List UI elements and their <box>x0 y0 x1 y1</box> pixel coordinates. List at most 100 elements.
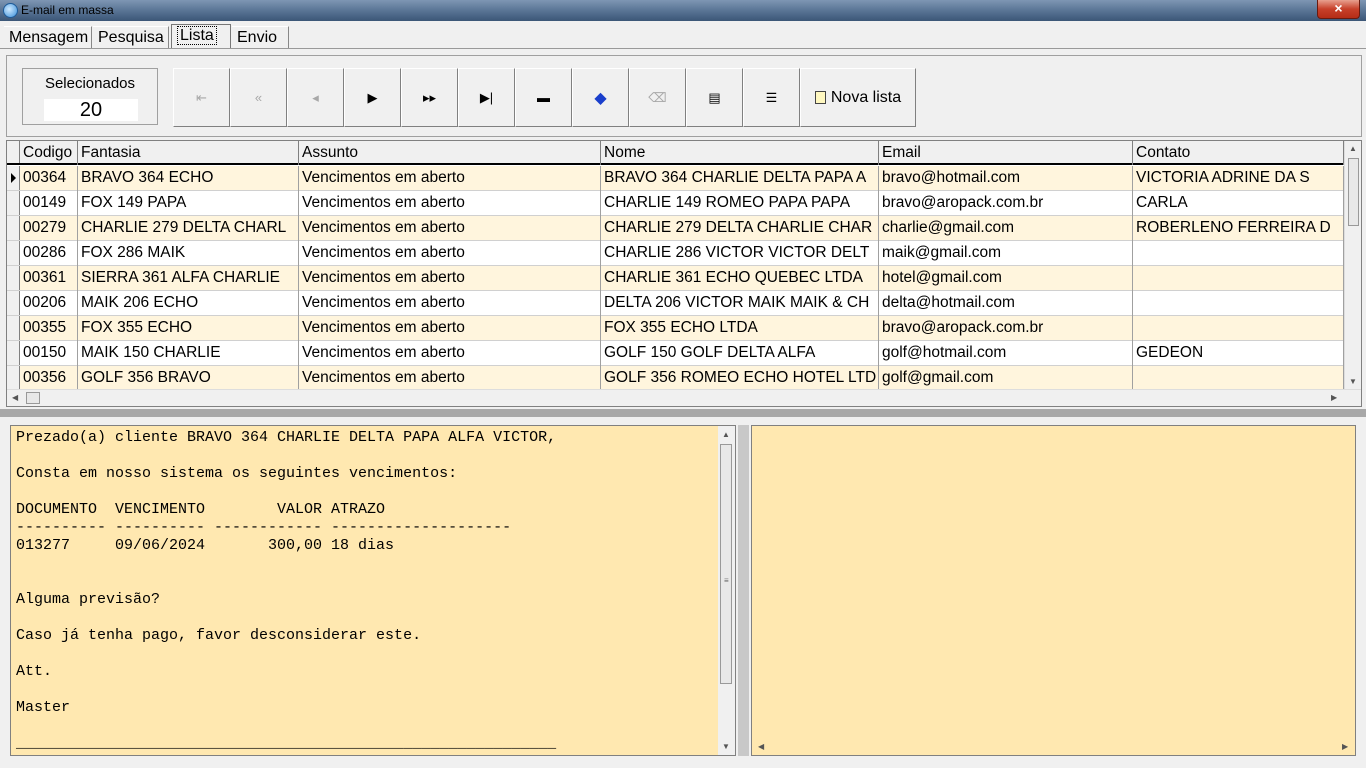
cell-nome[interactable]: GOLF 356 ROMEO ECHO HOTEL LTD <box>601 366 879 391</box>
cell-codigo[interactable]: 00279 <box>20 216 78 241</box>
cell-fantasia[interactable]: SIERRA 361 ALFA CHARLIE <box>78 266 299 291</box>
toolbar-button-prior-record[interactable]: ◂ <box>287 68 344 127</box>
close-button[interactable]: × <box>1317 0 1360 19</box>
cell-email[interactable]: maik@gmail.com <box>879 241 1133 266</box>
cell-contato[interactable] <box>1133 266 1344 291</box>
row-indicator[interactable] <box>7 341 20 365</box>
scroll-down-icon[interactable]: ▼ <box>1349 377 1357 386</box>
row-indicator[interactable] <box>7 366 20 390</box>
cell-fantasia[interactable]: FOX 355 ECHO <box>78 316 299 341</box>
cell-codigo[interactable]: 00149 <box>20 191 78 216</box>
cell-nome[interactable]: CHARLIE 361 ECHO QUEBEC LTDA <box>601 266 879 291</box>
col-email[interactable]: Email <box>879 141 1133 165</box>
cell-codigo[interactable]: 00286 <box>20 241 78 266</box>
grid-scroll-thumb[interactable] <box>1348 158 1359 226</box>
row-indicator[interactable] <box>7 316 20 340</box>
table-row[interactable]: 00150 MAIK 150 CHARLIE Vencimentos em aber… <box>7 341 1344 366</box>
toolbar-button-last-record[interactable]: ▶| <box>458 68 515 127</box>
toolbar-button-form-view[interactable]: ▤ <box>686 68 743 127</box>
cell-assunto[interactable]: Vencimentos em aberto <box>299 241 601 266</box>
attachment-hscrollbar[interactable]: ◀ ▶ <box>752 738 1355 755</box>
tab-pesquisa[interactable]: Pesquisa <box>93 26 169 48</box>
attachment-scroll-right-icon[interactable]: ▶ <box>1342 742 1348 751</box>
cell-fantasia[interactable]: GOLF 356 BRAVO <box>78 366 299 391</box>
cell-fantasia[interactable]: MAIK 150 CHARLIE <box>78 341 299 366</box>
toolbar-button-next-record[interactable]: ▶ <box>344 68 401 127</box>
message-scroll-up-icon[interactable]: ▲ <box>722 430 730 439</box>
cell-fantasia[interactable]: FOX 149 PAPA <box>78 191 299 216</box>
cell-assunto[interactable]: Vencimentos em aberto <box>299 266 601 291</box>
col-nome[interactable]: Nome <box>601 141 879 165</box>
row-indicator[interactable] <box>7 266 20 290</box>
message-scrollbar[interactable]: ▲ ≡ ▼ <box>718 426 735 755</box>
table-row[interactable]: 00149 FOX 149 PAPA Vencimentos em aberto CH… <box>7 191 1344 216</box>
cell-assunto[interactable]: Vencimentos em aberto <box>299 341 601 366</box>
cell-codigo[interactable]: 00361 <box>20 266 78 291</box>
cell-email[interactable]: hotel@gmail.com <box>879 266 1133 291</box>
panel-splitter[interactable] <box>0 409 1366 417</box>
cell-email[interactable]: delta@hotmail.com <box>879 291 1133 316</box>
toolbar-button-next-page[interactable]: ▸▸ <box>401 68 458 127</box>
cell-contato[interactable] <box>1133 316 1344 341</box>
col-fantasia[interactable]: Fantasia <box>78 141 299 165</box>
toolbar-button-first-record[interactable]: ⇤ <box>173 68 230 127</box>
row-indicator[interactable] <box>7 191 20 215</box>
toolbar-button-list-view[interactable]: ☰ <box>743 68 800 127</box>
row-indicator[interactable] <box>7 216 20 240</box>
row-indicator[interactable] <box>7 241 20 265</box>
cell-fantasia[interactable]: FOX 286 MAIK <box>78 241 299 266</box>
cell-assunto[interactable]: Vencimentos em aberto <box>299 166 601 191</box>
cell-fantasia[interactable]: MAIK 206 ECHO <box>78 291 299 316</box>
cell-email[interactable]: charlie@gmail.com <box>879 216 1133 241</box>
cell-assunto[interactable]: Vencimentos em aberto <box>299 191 601 216</box>
row-indicator[interactable] <box>7 291 20 315</box>
cell-codigo[interactable]: 00364 <box>20 166 78 191</box>
table-row[interactable]: 00355 FOX 355 ECHO Vencimentos em aberto FO… <box>7 316 1344 341</box>
cell-email[interactable]: golf@gmail.com <box>879 366 1133 391</box>
tab-mensagem[interactable]: Mensagem <box>4 26 92 48</box>
cell-contato[interactable] <box>1133 291 1344 316</box>
cell-email[interactable]: golf@hotmail.com <box>879 341 1133 366</box>
toolbar-button-prior-page[interactable]: « <box>230 68 287 127</box>
vertical-divider[interactable] <box>738 425 749 756</box>
row-indicator[interactable] <box>7 166 20 190</box>
grid-horizontal-scrollbar[interactable]: ◀ ▶ <box>7 389 1361 406</box>
cell-contato[interactable]: VICTORIA ADRINE DA S <box>1133 166 1344 191</box>
nova-lista-button[interactable]: Nova lista <box>800 68 916 127</box>
cell-contato[interactable] <box>1133 241 1344 266</box>
cell-contato[interactable] <box>1133 366 1344 391</box>
cell-nome[interactable]: CHARLIE 149 ROMEO PAPA PAPA <box>601 191 879 216</box>
cell-contato[interactable]: GEDEON <box>1133 341 1344 366</box>
cell-assunto[interactable]: Vencimentos em aberto <box>299 291 601 316</box>
message-scroll-down-icon[interactable]: ▼ <box>722 742 730 751</box>
grid-hscroll-thumb[interactable] <box>26 392 40 404</box>
cell-contato[interactable]: ROBERLENO FERREIRA D <box>1133 216 1344 241</box>
toolbar-button-tag[interactable]: ◆ <box>572 68 629 127</box>
cell-fantasia[interactable]: CHARLIE 279 DELTA CHARL <box>78 216 299 241</box>
scroll-up-icon[interactable]: ▲ <box>1349 144 1357 153</box>
cell-assunto[interactable]: Vencimentos em aberto <box>299 216 601 241</box>
cell-email[interactable]: bravo@aropack.com.br <box>879 191 1133 216</box>
toolbar-button-eraser[interactable]: ⌫ <box>629 68 686 127</box>
records-grid[interactable]: Codigo Fantasia Assunto Nome Email Conta… <box>6 140 1362 407</box>
message-scroll-thumb[interactable]: ≡ <box>720 444 732 684</box>
message-preview[interactable]: Prezado(a) cliente BRAVO 364 CHARLIE DEL… <box>10 425 736 756</box>
cell-assunto[interactable]: Vencimentos em aberto <box>299 366 601 391</box>
cell-email[interactable]: bravo@hotmail.com <box>879 166 1133 191</box>
col-contato[interactable]: Contato <box>1133 141 1344 165</box>
cell-nome[interactable]: CHARLIE 279 DELTA CHARLIE CHAR <box>601 216 879 241</box>
cell-fantasia[interactable]: BRAVO 364 ECHO <box>78 166 299 191</box>
cell-nome[interactable]: GOLF 150 GOLF DELTA ALFA <box>601 341 879 366</box>
tab-lista[interactable]: Lista <box>171 24 231 48</box>
grid-vertical-scrollbar[interactable]: ▲ ▼ <box>1344 141 1361 391</box>
cell-nome[interactable]: FOX 355 ECHO LTDA <box>601 316 879 341</box>
cell-nome[interactable]: BRAVO 364 CHARLIE DELTA PAPA A <box>601 166 879 191</box>
scroll-right-icon[interactable]: ▶ <box>1331 393 1337 402</box>
cell-nome[interactable]: DELTA 206 VICTOR MAIK MAIK & CH <box>601 291 879 316</box>
toolbar-button-delete[interactable]: ▬ <box>515 68 572 127</box>
attachment-scroll-left-icon[interactable]: ◀ <box>758 742 764 751</box>
col-codigo[interactable]: Codigo <box>20 141 78 165</box>
table-row[interactable]: 00206 MAIK 206 ECHO Vencimentos em aberto D… <box>7 291 1344 316</box>
cell-contato[interactable]: CARLA <box>1133 191 1344 216</box>
col-assunto[interactable]: Assunto <box>299 141 601 165</box>
